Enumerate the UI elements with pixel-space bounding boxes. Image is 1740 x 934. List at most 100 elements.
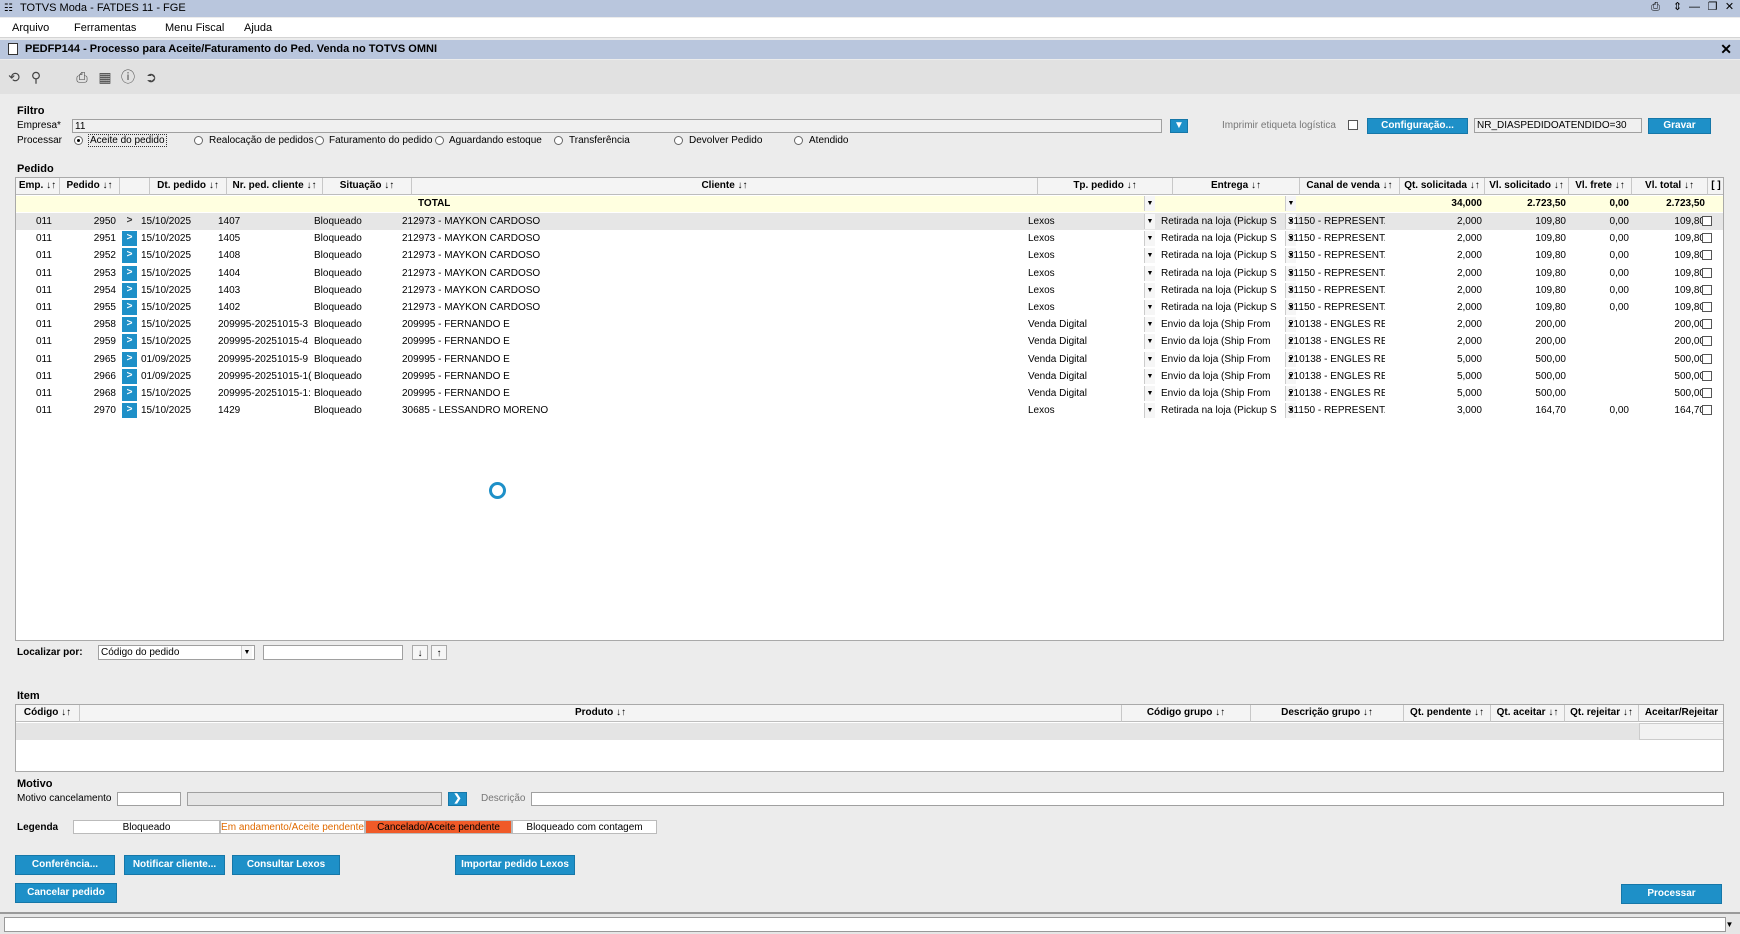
grid-header-3[interactable]: Dt. pedido ↓↑ [150,178,227,195]
scroll-arrows-icon[interactable]: ⇕ [1670,1,1685,15]
chevron-down-icon[interactable]: ▼ [1144,214,1155,229]
grid-header-9[interactable]: Canal de venda ↓↑ [1300,178,1400,195]
configuracao-button[interactable]: Configuração... [1367,118,1468,134]
open-order-button[interactable]: > [122,317,137,333]
row-checkbox[interactable] [1702,233,1712,244]
open-order-button[interactable]: > [122,248,137,264]
menu-ajuda[interactable]: Ajuda [244,22,272,34]
open-order-button[interactable]: > [122,265,137,281]
refresh-icon[interactable]: ⟲ [6,69,22,85]
open-order-button[interactable]: > [122,403,137,419]
help-icon[interactable]: ⓘ [120,69,136,85]
radio-aceite[interactable] [74,136,83,145]
item-header-0[interactable]: Código ↓↑ [16,705,80,722]
row-checkbox[interactable] [1702,267,1712,278]
total-entrega-dropdown-icon[interactable]: ▼ [1285,196,1296,211]
radio-realocacao-label[interactable]: Realocação de pedidos [209,135,314,146]
cell-tp-pedido[interactable]: Venda Digital [1028,368,1087,385]
cell-tp-pedido[interactable]: Lexos [1028,282,1055,299]
cell-entrega[interactable]: Retirada na loja (Pickup S [1161,402,1283,419]
chevron-down-icon[interactable]: ▼ [1144,282,1155,298]
cell-entrega[interactable]: Retirada na loja (Pickup S [1161,247,1283,264]
restore-button[interactable]: ❐ [1705,1,1720,15]
cell-entrega[interactable]: Envio da loja (Ship From [1161,316,1283,333]
grid-header-14[interactable]: [ ] [1708,178,1723,195]
total-tp-dropdown-icon[interactable]: ▼ [1144,196,1155,211]
cell-tp-pedido[interactable]: Lexos [1028,247,1055,264]
exit-icon[interactable]: ➲ [143,69,159,85]
item-header-4[interactable]: Qt. pendente ↓↑ [1404,705,1491,722]
item-header-1[interactable]: Produto ↓↑ [80,705,1122,722]
status-dropdown-icon[interactable]: ▼ [1722,918,1737,932]
print-icon[interactable]: ⎙ [74,69,90,85]
cell-tp-pedido[interactable]: Lexos [1028,265,1055,282]
conferencia-button[interactable]: Conferência... [15,855,115,875]
arrow-right-icon[interactable]: ❯ [448,792,467,806]
radio-devolver-label[interactable]: Devolver Pedido [689,135,762,146]
grid-header-12[interactable]: Vl. frete ↓↑ [1569,178,1632,195]
chevron-down-icon[interactable]: ▼ [1144,351,1155,367]
row-checkbox[interactable] [1702,353,1712,364]
minimize-button[interactable]: — [1687,1,1702,15]
grid-header-5[interactable]: Situação ↓↑ [323,178,412,195]
menu-arquivo[interactable]: Arquivo [12,22,49,34]
config-value-field[interactable]: NR_DIASPEDIDOATENDIDO=30 [1474,118,1642,133]
empresa-input[interactable]: 11 [72,119,1162,133]
cell-tp-pedido[interactable]: Lexos [1028,230,1055,247]
cell-tp-pedido[interactable]: Venda Digital [1028,351,1087,368]
menu-ferramentas[interactable]: Ferramentas [74,22,136,34]
cell-entrega[interactable]: Retirada na loja (Pickup S [1161,282,1283,299]
grid-header-2[interactable] [120,178,150,195]
open-order-button[interactable]: > [122,282,137,298]
item-header-3[interactable]: Descrição grupo ↓↑ [1251,705,1404,722]
item-header-7[interactable]: Aceitar/Rejeitar [1639,705,1723,722]
filter-icon[interactable]: ▼ [1170,119,1188,133]
calendar-icon[interactable]: ▦ [97,69,113,85]
open-order-button[interactable]: > [122,351,137,367]
radio-devolver[interactable] [674,136,683,145]
importar-pedido-button[interactable]: Importar pedido Lexos [455,855,575,875]
cell-tp-pedido[interactable]: Venda Digital [1028,385,1087,402]
chevron-down-icon[interactable]: ▼ [1144,248,1155,264]
open-order-button[interactable]: > [122,368,137,384]
processar-button[interactable]: Processar [1621,884,1722,904]
radio-atendido[interactable] [794,136,803,145]
grid-header-6[interactable]: Cliente ↓↑ [412,178,1038,195]
gravar-button[interactable]: Gravar [1648,118,1711,134]
open-order-button[interactable]: > [122,214,137,229]
row-checkbox[interactable] [1702,284,1712,295]
grid-header-0[interactable]: Emp. ↓↑ [16,178,60,195]
open-order-button[interactable]: > [122,386,137,401]
radio-aguardando[interactable] [435,136,444,145]
grid-header-11[interactable]: Vl. solicitado ↓↑ [1485,178,1569,195]
radio-faturamento-label[interactable]: Faturamento do pedido [329,135,432,146]
cell-entrega[interactable]: Retirada na loja (Pickup S [1161,213,1283,230]
chevron-down-icon[interactable]: ▼ [1144,368,1155,384]
chevron-down-icon[interactable]: ▼ [1144,231,1155,247]
row-checkbox[interactable] [1702,319,1712,330]
item-header-2[interactable]: Código grupo ↓↑ [1122,705,1251,722]
chevron-down-icon[interactable]: ▼ [1144,300,1155,315]
item-header-6[interactable]: Qt. rejeitar ↓↑ [1565,705,1639,722]
cancelar-pedido-button[interactable]: Cancelar pedido [15,883,117,903]
grid-header-7[interactable]: Tp. pedido ↓↑ [1038,178,1173,195]
row-checkbox[interactable] [1702,370,1712,381]
chevron-down-icon[interactable]: ▼ [1144,386,1155,401]
close-form-icon[interactable]: ✕ [1720,41,1732,58]
chevron-down-icon[interactable]: ▼ [1144,334,1155,350]
localizar-select[interactable]: Código do pedido [98,645,255,660]
radio-aguardando-label[interactable]: Aguardando estoque [449,135,542,146]
radio-transferencia-label[interactable]: Transferência [569,135,630,146]
radio-realocacao[interactable] [194,136,203,145]
chevron-down-icon[interactable]: ▼ [1144,403,1155,419]
radio-transferencia[interactable] [554,136,563,145]
search-icon[interactable]: ⚲ [28,69,44,85]
cell-tp-pedido[interactable]: Lexos [1028,213,1055,230]
chevron-down-icon[interactable]: ▼ [241,646,252,659]
open-order-button[interactable]: > [122,231,137,247]
cell-tp-pedido[interactable]: Venda Digital [1028,333,1087,350]
localizar-input[interactable] [263,645,403,660]
grid-header-10[interactable]: Qt. solicitada ↓↑ [1400,178,1485,195]
close-button[interactable]: ✕ [1722,1,1737,15]
open-order-button[interactable]: > [122,334,137,350]
